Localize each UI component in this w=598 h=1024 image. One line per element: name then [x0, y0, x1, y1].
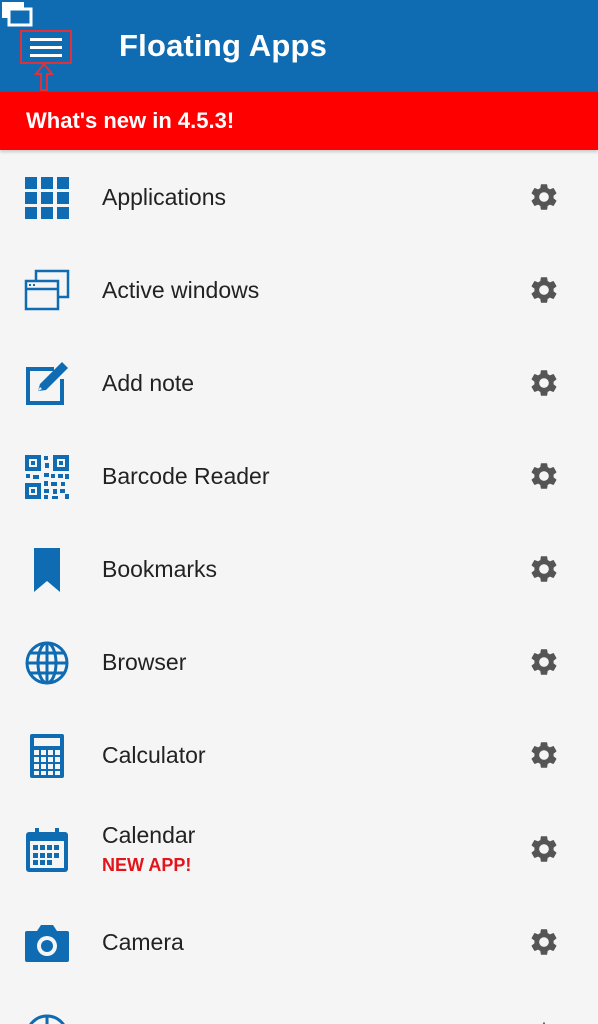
up-arrow-icon: [34, 62, 54, 91]
list-item-browser[interactable]: Browser: [0, 616, 598, 709]
calendar-icon: [26, 828, 68, 872]
apps-grid-icon: [25, 177, 69, 219]
list-item-label: Camera: [102, 929, 184, 955]
list-item-label: Bookmarks: [102, 556, 218, 582]
gear-icon[interactable]: [528, 739, 560, 771]
bookmark-icon: [34, 548, 60, 592]
list-item-add-note[interactable]: Add note: [0, 337, 598, 430]
list-item-label: Browser: [102, 649, 187, 675]
gear-icon[interactable]: [528, 367, 560, 399]
gear-icon[interactable]: [528, 1019, 560, 1024]
gear-icon[interactable]: [528, 833, 560, 865]
list-item-calculator[interactable]: Calculator: [0, 709, 598, 802]
whats-new-text: What's new in 4.5.3!: [26, 108, 235, 133]
list-item-partial[interactable]: [0, 989, 598, 1024]
gear-icon[interactable]: [528, 926, 560, 958]
gear-icon[interactable]: [528, 460, 560, 492]
gear-icon[interactable]: [528, 181, 560, 213]
list-item-camera[interactable]: Camera: [0, 896, 598, 989]
camera-icon: [25, 925, 69, 962]
gear-icon[interactable]: [528, 646, 560, 678]
hamburger-menu-icon: [30, 38, 62, 57]
gear-icon[interactable]: [528, 553, 560, 585]
list-item-active-windows[interactable]: Active windows: [0, 244, 598, 337]
calculator-icon: [30, 734, 64, 778]
note-icon: [26, 362, 68, 405]
new-app-badge: NEW APP!: [102, 855, 192, 875]
list-item-label: Barcode Reader: [102, 463, 270, 489]
list-item-bookmarks[interactable]: Bookmarks: [0, 523, 598, 616]
globe-icon: [25, 641, 69, 685]
list-item-label: Active windows: [102, 277, 260, 303]
windows-icon: [24, 269, 70, 311]
app-bar: Floating Apps: [0, 0, 598, 92]
list-item-calendar[interactable]: Calendar NEW APP!: [0, 802, 598, 896]
list-item-label: Applications: [102, 184, 227, 210]
partial-list-icon: [29, 1014, 65, 1024]
qr-code-icon: [25, 455, 69, 499]
list-item-label: Add note: [102, 370, 195, 396]
list-item-label: Calendar: [102, 822, 196, 848]
floating-windows-icon: [2, 2, 33, 27]
list-item-label: Calculator: [102, 742, 206, 768]
whats-new-banner[interactable]: What's new in 4.5.3!: [0, 92, 598, 150]
menu-button[interactable]: [20, 30, 72, 64]
page-title: Floating Apps: [119, 28, 328, 63]
list-item-applications[interactable]: Applications: [0, 151, 598, 244]
list-item-barcode-reader[interactable]: Barcode Reader: [0, 430, 598, 523]
gear-icon[interactable]: [528, 274, 560, 306]
